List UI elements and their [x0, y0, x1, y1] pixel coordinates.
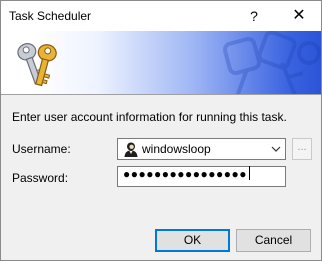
- close-button[interactable]: ✕: [285, 4, 313, 28]
- window-title: Task Scheduler: [9, 9, 92, 23]
- ok-button[interactable]: OK: [155, 229, 230, 252]
- user-icon: [124, 142, 138, 157]
- password-value: ●●●●●●●●●●●●●●●●: [123, 166, 250, 181]
- title-bar: Task Scheduler ? ✕: [1, 1, 321, 31]
- banner-divider: [1, 94, 321, 95]
- keys-watermark-icon: [222, 31, 321, 94]
- password-dots: ●●●●●●●●●●●●●●●●: [123, 167, 247, 181]
- text-caret: [248, 166, 250, 180]
- header-banner: [1, 31, 321, 94]
- username-value: windowsloop: [142, 142, 211, 156]
- cancel-button[interactable]: Cancel: [236, 229, 311, 252]
- instruction-text: Enter user account information for runni…: [12, 110, 287, 124]
- password-field[interactable]: ●●●●●●●●●●●●●●●●: [117, 166, 286, 187]
- chevron-down-icon[interactable]: [270, 143, 282, 155]
- password-label: Password:: [12, 171, 69, 185]
- username-label: Username:: [12, 142, 71, 156]
- keys-icon: [17, 43, 57, 87]
- help-button[interactable]: ?: [241, 4, 267, 28]
- browse-user-button[interactable]: ...: [292, 138, 312, 160]
- username-combobox[interactable]: windowsloop: [117, 138, 286, 160]
- task-scheduler-dialog: Task Scheduler ? ✕ Enter user account in…: [0, 0, 322, 261]
